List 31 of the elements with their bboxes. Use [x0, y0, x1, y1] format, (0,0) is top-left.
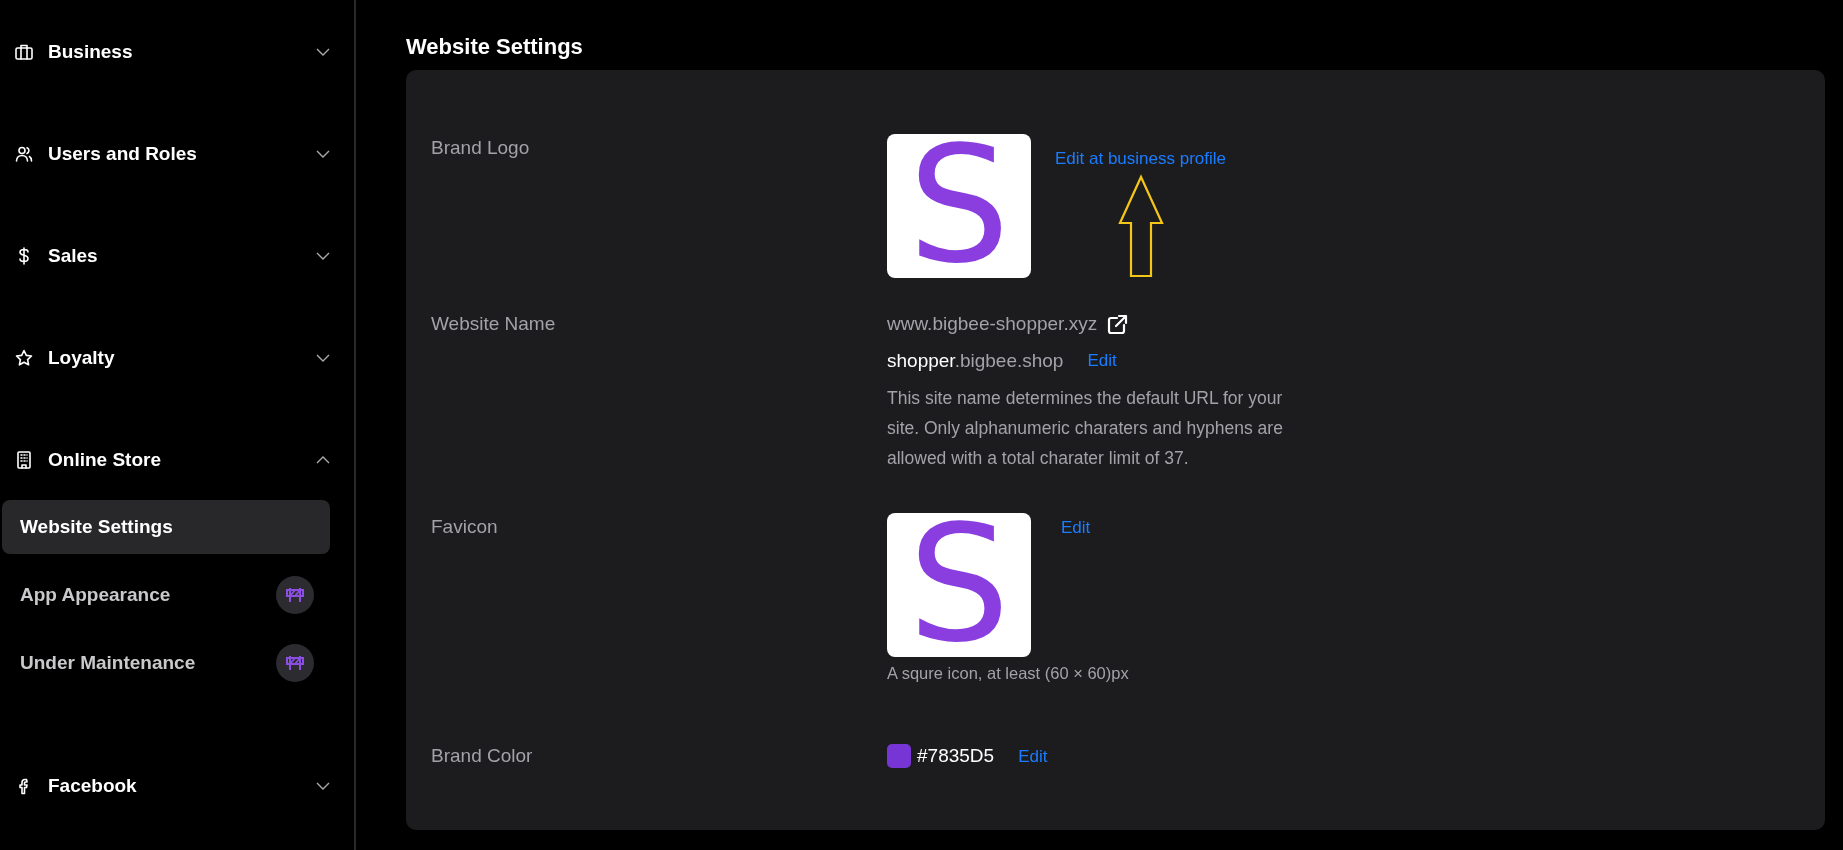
help-text: A squre icon, at least (60 × 60)px: [887, 663, 1130, 685]
edit-link[interactable]: Edit: [1018, 743, 1048, 770]
sidebar-group[interactable]: Online Store: [0, 436, 354, 484]
setting-label: Favicon: [431, 515, 499, 540]
edit-link[interactable]: Edit: [1087, 348, 1117, 374]
sidebar-group[interactable]: Business: [0, 28, 354, 76]
edit-link[interactable]: Edit: [1061, 515, 1091, 541]
sidebar-group[interactable]: Facebook: [0, 762, 354, 810]
site-address: shopper.bigbee.shop: [887, 348, 1064, 373]
sidebar-group[interactable]: Sales: [0, 232, 354, 280]
users-icon: [14, 144, 34, 164]
building-icon: [14, 450, 34, 470]
setting-label: Brand Logo: [431, 136, 531, 161]
sidebar-item[interactable]: App Appearance: [2, 568, 330, 622]
briefcase-icon: [14, 42, 34, 62]
sidebar-item[interactable]: Website Settings: [2, 500, 330, 554]
sidebar-group[interactable]: Loyalty: [0, 334, 354, 382]
setting-label: Brand Color: [431, 744, 534, 769]
website-url: www.bigbee-shopper.xyz: [887, 312, 1098, 337]
page-title: Website Settings: [406, 34, 584, 61]
color-swatch[interactable]: [887, 744, 911, 769]
star-icon: [14, 348, 34, 368]
color-value: #7835D5: [917, 744, 995, 769]
help-text: This site name determines the default URL for your site. Only alphanumeric charaters and hyphens are allowed with a total charater limit of 37.: [887, 387, 1284, 471]
logo-image: S: [887, 513, 1031, 658]
sidebar-group[interactable]: Users and Roles: [0, 130, 354, 178]
logo-image: S: [887, 134, 1031, 279]
edit-link[interactable]: Edit at business profile: [1055, 146, 1227, 172]
external-link-icon[interactable]: [1105, 312, 1130, 337]
sidebar-item[interactable]: Under Maintenance: [2, 636, 330, 690]
setting-label: Website Name: [431, 312, 557, 337]
